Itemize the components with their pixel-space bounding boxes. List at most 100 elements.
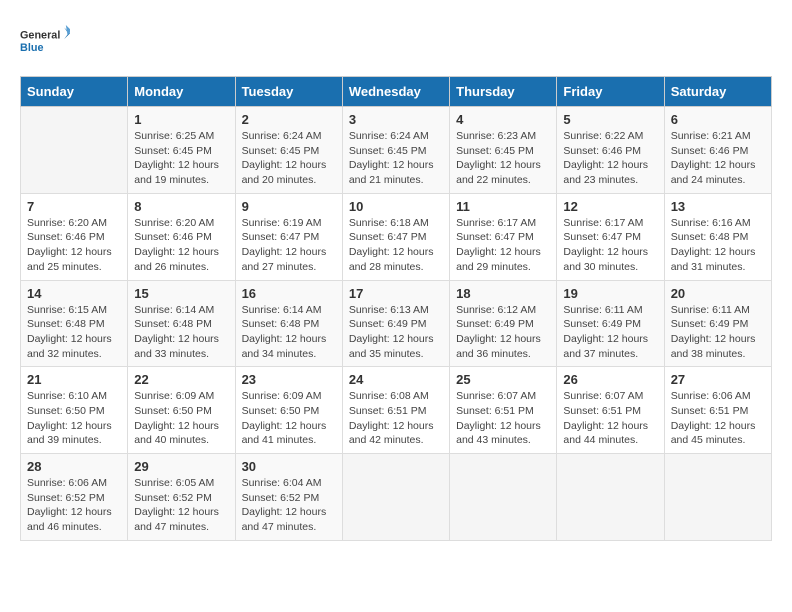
day-number: 17 — [349, 286, 443, 301]
day-info: Sunrise: 6:10 AMSunset: 6:50 PMDaylight:… — [27, 389, 121, 448]
column-header-friday: Friday — [557, 77, 664, 107]
day-info: Sunrise: 6:16 AMSunset: 6:48 PMDaylight:… — [671, 216, 765, 275]
day-cell: 26Sunrise: 6:07 AMSunset: 6:51 PMDayligh… — [557, 367, 664, 454]
day-info: Sunrise: 6:12 AMSunset: 6:49 PMDaylight:… — [456, 303, 550, 362]
week-row-2: 7 Sunrise: 6:20 AMSunset: 6:46 PMDaylight… — [21, 193, 772, 280]
day-info: Sunrise: 6:04 AMSunset: 6:52 PMDaylight:… — [242, 476, 336, 535]
day-cell: 5Sunrise: 6:22 AMSunset: 6:46 PMDaylight… — [557, 107, 664, 194]
day-number: 1 — [134, 112, 228, 127]
day-info: Sunrise: 6:06 AMSunset: 6:51 PMDaylight:… — [671, 389, 765, 448]
day-number: 3 — [349, 112, 443, 127]
day-number: 25 — [456, 372, 550, 387]
day-number: 10 — [349, 199, 443, 214]
day-cell: 29 Sunrise: 6:05 AMSunset: 6:52 PMDayligh… — [128, 454, 235, 541]
day-cell: 16Sunrise: 6:14 AMSunset: 6:48 PMDayligh… — [235, 280, 342, 367]
day-info: Sunrise: 6:11 AMSunset: 6:49 PMDaylight:… — [563, 303, 657, 362]
week-row-5: 28Sunrise: 6:06 AMSunset: 6:52 PMDayligh… — [21, 454, 772, 541]
day-number: 4 — [456, 112, 550, 127]
logo-svg: General Blue — [20, 20, 70, 60]
day-number: 8 — [134, 199, 228, 214]
logo: General Blue — [20, 20, 70, 60]
day-number: 27 — [671, 372, 765, 387]
day-info: Sunrise: 6:23 AMSunset: 6:45 PMDaylight:… — [456, 129, 550, 188]
day-number: 24 — [349, 372, 443, 387]
day-cell — [342, 454, 449, 541]
day-number: 9 — [242, 199, 336, 214]
day-number: 21 — [27, 372, 121, 387]
day-cell — [21, 107, 128, 194]
day-number: 15 — [134, 286, 228, 301]
day-cell: 4 Sunrise: 6:23 AMSunset: 6:45 PMDaylight… — [450, 107, 557, 194]
header: General Blue — [20, 20, 772, 60]
column-header-tuesday: Tuesday — [235, 77, 342, 107]
day-info: Sunrise: 6:05 AMSunset: 6:52 PMDaylight:… — [134, 476, 228, 535]
day-number: 30 — [242, 459, 336, 474]
day-number: 20 — [671, 286, 765, 301]
day-info: Sunrise: 6:20 AMSunset: 6:46 PMDaylight:… — [134, 216, 228, 275]
day-info: Sunrise: 6:09 AMSunset: 6:50 PMDaylight:… — [134, 389, 228, 448]
day-cell: 14Sunrise: 6:15 AMSunset: 6:48 PMDayligh… — [21, 280, 128, 367]
day-cell: 25 Sunrise: 6:07 AMSunset: 6:51 PMDayligh… — [450, 367, 557, 454]
day-info: Sunrise: 6:15 AMSunset: 6:48 PMDaylight:… — [27, 303, 121, 362]
day-cell: 8 Sunrise: 6:20 AMSunset: 6:46 PMDaylight… — [128, 193, 235, 280]
day-info: Sunrise: 6:19 AMSunset: 6:47 PMDaylight:… — [242, 216, 336, 275]
day-cell: 3 Sunrise: 6:24 AMSunset: 6:45 PMDaylight… — [342, 107, 449, 194]
day-info: Sunrise: 6:17 AMSunset: 6:47 PMDaylight:… — [456, 216, 550, 275]
day-cell: 27 Sunrise: 6:06 AMSunset: 6:51 PMDayligh… — [664, 367, 771, 454]
column-header-wednesday: Wednesday — [342, 77, 449, 107]
day-cell: 6 Sunrise: 6:21 AMSunset: 6:46 PMDaylight… — [664, 107, 771, 194]
column-header-sunday: Sunday — [21, 77, 128, 107]
calendar-table: SundayMondayTuesdayWednesdayThursdayFrid… — [20, 76, 772, 541]
day-cell: 12Sunrise: 6:17 AMSunset: 6:47 PMDayligh… — [557, 193, 664, 280]
svg-text:General: General — [20, 29, 60, 41]
svg-text:Blue: Blue — [20, 42, 43, 54]
day-cell: 20 Sunrise: 6:11 AMSunset: 6:49 PMDayligh… — [664, 280, 771, 367]
day-cell: 19 Sunrise: 6:11 AMSunset: 6:49 PMDayligh… — [557, 280, 664, 367]
day-number: 6 — [671, 112, 765, 127]
day-info: Sunrise: 6:21 AMSunset: 6:46 PMDaylight:… — [671, 129, 765, 188]
column-header-thursday: Thursday — [450, 77, 557, 107]
day-number: 28 — [27, 459, 121, 474]
day-number: 2 — [242, 112, 336, 127]
day-info: Sunrise: 6:24 AMSunset: 6:45 PMDaylight:… — [349, 129, 443, 188]
day-cell — [450, 454, 557, 541]
week-row-4: 21 Sunrise: 6:10 AMSunset: 6:50 PMDayligh… — [21, 367, 772, 454]
day-cell — [664, 454, 771, 541]
day-number: 7 — [27, 199, 121, 214]
day-number: 18 — [456, 286, 550, 301]
day-info: Sunrise: 6:14 AMSunset: 6:48 PMDaylight:… — [242, 303, 336, 362]
header-row: SundayMondayTuesdayWednesdayThursdayFrid… — [21, 77, 772, 107]
day-number: 13 — [671, 199, 765, 214]
day-cell — [557, 454, 664, 541]
day-number: 29 — [134, 459, 228, 474]
week-row-3: 14Sunrise: 6:15 AMSunset: 6:48 PMDayligh… — [21, 280, 772, 367]
day-number: 12 — [563, 199, 657, 214]
week-row-1: 1 Sunrise: 6:25 AMSunset: 6:45 PMDaylight… — [21, 107, 772, 194]
day-number: 22 — [134, 372, 228, 387]
day-info: Sunrise: 6:08 AMSunset: 6:51 PMDaylight:… — [349, 389, 443, 448]
day-info: Sunrise: 6:07 AMSunset: 6:51 PMDaylight:… — [456, 389, 550, 448]
day-cell: 24 Sunrise: 6:08 AMSunset: 6:51 PMDayligh… — [342, 367, 449, 454]
day-cell: 30 Sunrise: 6:04 AMSunset: 6:52 PMDayligh… — [235, 454, 342, 541]
day-info: Sunrise: 6:13 AMSunset: 6:49 PMDaylight:… — [349, 303, 443, 362]
day-cell: 23Sunrise: 6:09 AMSunset: 6:50 PMDayligh… — [235, 367, 342, 454]
day-info: Sunrise: 6:14 AMSunset: 6:48 PMDaylight:… — [134, 303, 228, 362]
day-info: Sunrise: 6:11 AMSunset: 6:49 PMDaylight:… — [671, 303, 765, 362]
day-cell: 17 Sunrise: 6:13 AMSunset: 6:49 PMDayligh… — [342, 280, 449, 367]
day-info: Sunrise: 6:07 AMSunset: 6:51 PMDaylight:… — [563, 389, 657, 448]
day-cell: 2 Sunrise: 6:24 AMSunset: 6:45 PMDaylight… — [235, 107, 342, 194]
day-cell: 15 Sunrise: 6:14 AMSunset: 6:48 PMDayligh… — [128, 280, 235, 367]
day-info: Sunrise: 6:25 AMSunset: 6:45 PMDaylight:… — [134, 129, 228, 188]
day-cell: 13 Sunrise: 6:16 AMSunset: 6:48 PMDayligh… — [664, 193, 771, 280]
day-info: Sunrise: 6:20 AMSunset: 6:46 PMDaylight:… — [27, 216, 121, 275]
day-cell: 18 Sunrise: 6:12 AMSunset: 6:49 PMDayligh… — [450, 280, 557, 367]
day-info: Sunrise: 6:09 AMSunset: 6:50 PMDaylight:… — [242, 389, 336, 448]
day-info: Sunrise: 6:22 AMSunset: 6:46 PMDaylight:… — [563, 129, 657, 188]
day-info: Sunrise: 6:24 AMSunset: 6:45 PMDaylight:… — [242, 129, 336, 188]
day-cell: 7 Sunrise: 6:20 AMSunset: 6:46 PMDaylight… — [21, 193, 128, 280]
day-number: 19 — [563, 286, 657, 301]
day-cell: 21 Sunrise: 6:10 AMSunset: 6:50 PMDayligh… — [21, 367, 128, 454]
day-cell: 10 Sunrise: 6:18 AMSunset: 6:47 PMDayligh… — [342, 193, 449, 280]
day-cell: 9 Sunrise: 6:19 AMSunset: 6:47 PMDaylight… — [235, 193, 342, 280]
day-info: Sunrise: 6:18 AMSunset: 6:47 PMDaylight:… — [349, 216, 443, 275]
